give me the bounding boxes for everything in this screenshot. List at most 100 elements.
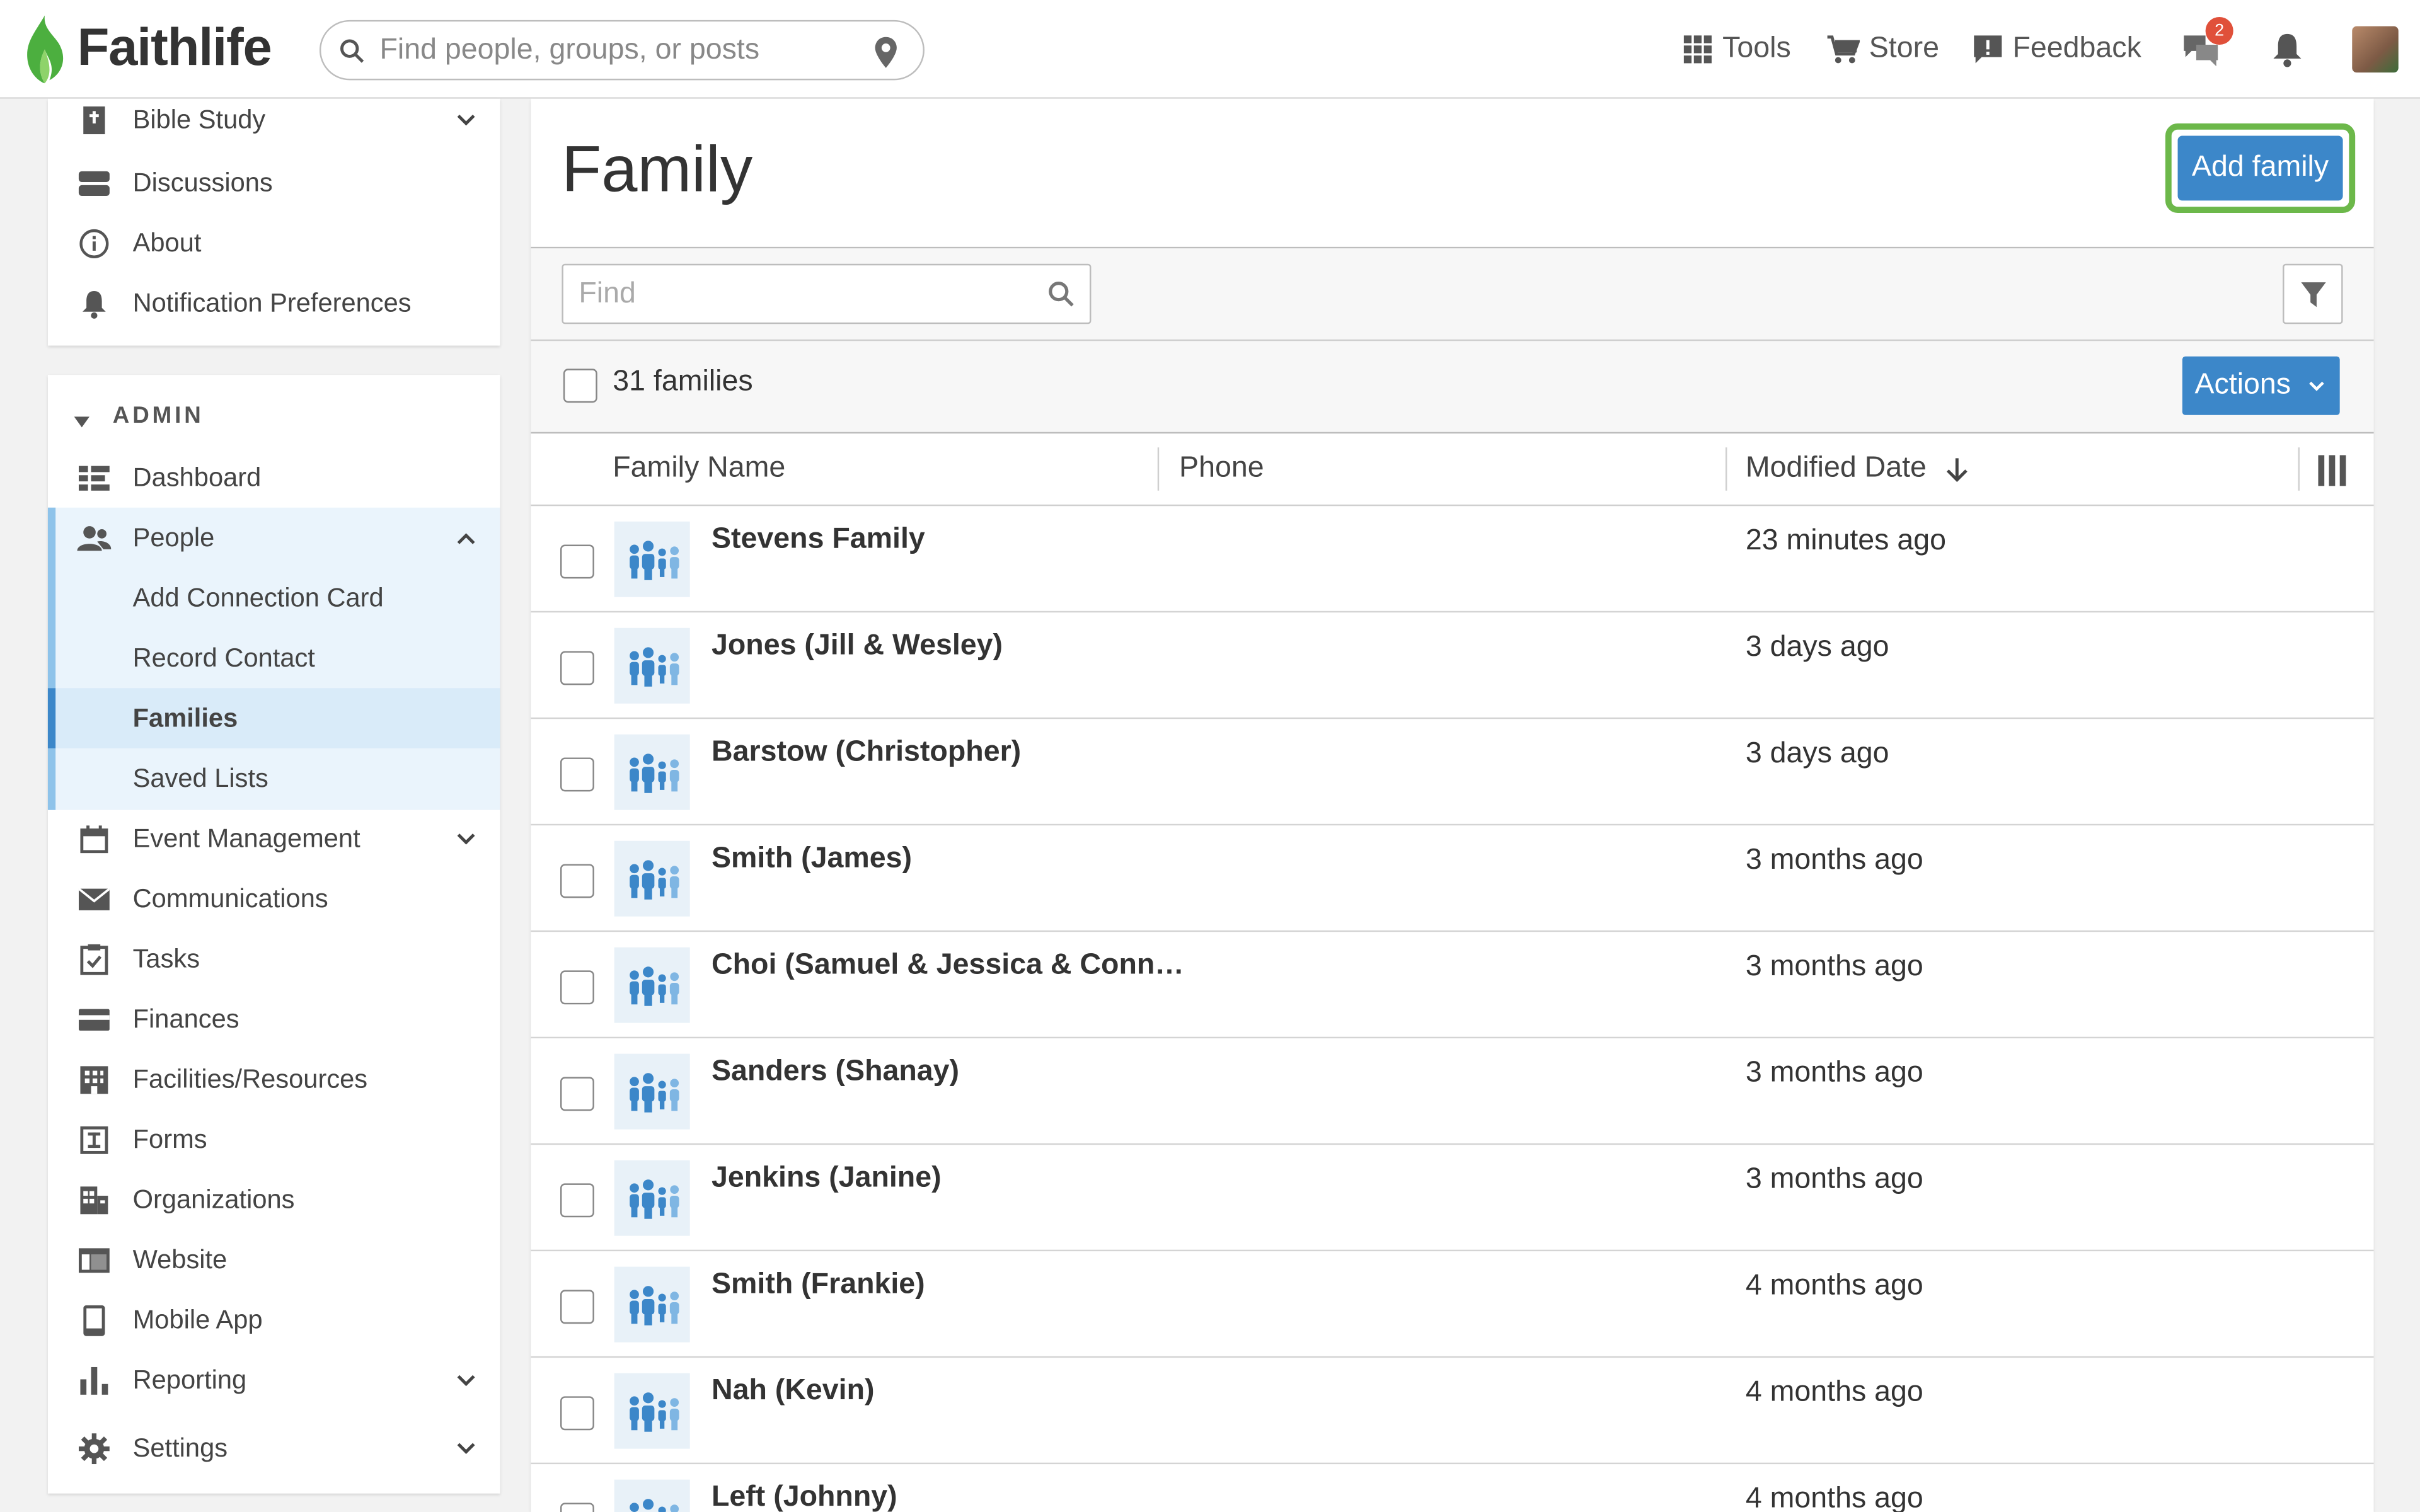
sort-descending-icon[interactable] (1945, 457, 1969, 483)
building-icon (77, 1062, 111, 1096)
sidebar-item-finances[interactable]: Finances (48, 989, 500, 1050)
row-checkbox[interactable] (560, 651, 594, 685)
feedback-nav[interactable]: Feedback (1973, 0, 2141, 99)
tools-label: Tools (1722, 32, 1791, 65)
family-name[interactable]: Jones (Jill & Wesley) (712, 629, 1003, 663)
feedback-label: Feedback (2012, 32, 2141, 65)
admin-heading: ADMIN (112, 403, 204, 429)
table-row[interactable]: Barstow (Christopher) 3 days ago (531, 719, 2374, 826)
modified-date: 4 months ago (1745, 1482, 1923, 1512)
row-checkbox[interactable] (560, 544, 594, 579)
row-checkbox[interactable] (560, 1077, 594, 1111)
find-field[interactable] (562, 263, 1092, 324)
find-input[interactable] (579, 276, 1027, 314)
family-icon (614, 1160, 690, 1236)
column-header-modified-date[interactable]: Modified Date (1746, 452, 1927, 486)
modified-date: 3 days ago (1745, 631, 1889, 664)
filter-button[interactable] (2283, 263, 2343, 324)
sidebar-item-bible-study[interactable]: Bible Study (48, 89, 500, 150)
sidebar-item-people[interactable]: People (48, 508, 500, 568)
family-name[interactable]: Left (Johnny) (712, 1481, 897, 1512)
modified-date: 4 months ago (1745, 1376, 1923, 1409)
column-header-family-name[interactable]: Family Name (613, 452, 785, 486)
row-checkbox[interactable] (560, 1503, 594, 1512)
sidebar-item-tasks[interactable]: Tasks (48, 929, 500, 989)
table-row[interactable]: Smith (Frankie) 4 months ago (531, 1251, 2374, 1358)
family-icon (614, 947, 690, 1023)
top-bar: Faithlife Too (0, 0, 2420, 99)
form-icon (77, 1123, 111, 1157)
admin-collapse-toggle[interactable] (74, 409, 90, 437)
family-name[interactable]: Jenkins (Janine) (712, 1162, 942, 1196)
sidebar-item-website[interactable]: Website (48, 1230, 500, 1290)
column-divider (2298, 447, 2300, 491)
global-search-input[interactable] (379, 30, 858, 71)
table-row[interactable]: Sanders (Shanay) 3 months ago (531, 1038, 2374, 1145)
credit-card-icon (77, 1002, 111, 1036)
sidebar-item-communications[interactable]: Communications (48, 869, 500, 929)
row-checkbox[interactable] (560, 970, 594, 1005)
row-checkbox[interactable] (560, 1290, 594, 1324)
family-name[interactable]: Smith (James) (712, 842, 912, 876)
modified-date: 3 months ago (1745, 950, 1923, 983)
table-row[interactable]: Nah (Kevin) 4 months ago (531, 1358, 2374, 1465)
global-search[interactable] (319, 20, 925, 81)
chat-bubbles-icon (77, 166, 111, 200)
avatar[interactable] (2352, 26, 2399, 73)
family-icon (614, 627, 690, 704)
location-pin-icon[interactable] (873, 35, 898, 69)
sidebar-item-add-connection-card[interactable]: Add Connection Card (48, 568, 500, 628)
sidebar-item-mobile-app[interactable]: Mobile App (48, 1290, 500, 1350)
sidebar-item-about[interactable]: About (48, 213, 500, 273)
sidebar-item-families[interactable]: Families (47, 688, 500, 748)
column-divider[interactable] (1725, 447, 1727, 491)
sidebar-item-record-contact[interactable]: Record Contact (48, 628, 500, 689)
sidebar-item-dashboard[interactable]: Dashboard (48, 447, 500, 508)
divider (531, 432, 2374, 434)
family-name[interactable]: Barstow (Christopher) (712, 736, 1021, 770)
sidebar-item-discussions[interactable]: Discussions (48, 152, 500, 213)
table-row[interactable]: Smith (James) 3 months ago (531, 825, 2374, 932)
calendar-icon (77, 822, 111, 856)
table-row[interactable]: Jones (Jill & Wesley) 3 days ago (531, 612, 2374, 719)
sidebar-item-saved-lists[interactable]: Saved Lists (48, 748, 500, 809)
row-checkbox[interactable] (560, 1396, 594, 1431)
sidebar-item-facilities-resources[interactable]: Facilities/Resources (48, 1049, 500, 1109)
table-row[interactable]: Choi (Samuel & Jessica & Conn… 3 months … (531, 932, 2374, 1039)
chevron-up-icon (457, 532, 475, 544)
tools-nav[interactable]: Tools (1682, 0, 1791, 99)
gear-icon (77, 1431, 111, 1465)
column-chooser-icon[interactable] (2318, 455, 2346, 486)
family-name[interactable]: Stevens Family (712, 523, 925, 557)
cart-icon (1827, 35, 1860, 64)
add-family-button[interactable]: Add family (2177, 135, 2343, 201)
store-nav[interactable]: Store (1826, 0, 1939, 99)
modified-date: 3 days ago (1745, 737, 1889, 770)
sidebar-item-notification-preferences[interactable]: Notification Preferences (48, 273, 500, 333)
family-name[interactable]: Sanders (Shanay) (712, 1055, 959, 1089)
table-row[interactable]: Left (Johnny) 4 months ago (531, 1464, 2373, 1512)
column-divider[interactable] (1157, 447, 1160, 491)
sidebar-item-reporting[interactable]: Reporting (48, 1350, 500, 1411)
column-header-phone[interactable]: Phone (1179, 452, 1264, 486)
messages-button[interactable]: 2 (2181, 16, 2233, 68)
notifications-button[interactable] (2272, 31, 2303, 76)
actions-label: Actions (2194, 369, 2291, 401)
sidebar-item-forms[interactable]: Forms (48, 1109, 500, 1170)
row-checkbox[interactable] (560, 1183, 594, 1218)
row-checkbox[interactable] (560, 864, 594, 898)
table-row[interactable]: Jenkins (Janine) 3 months ago (531, 1145, 2374, 1252)
row-checkbox[interactable] (560, 757, 594, 792)
actions-button[interactable]: Actions (2182, 356, 2340, 415)
family-name[interactable]: Nah (Kevin) (712, 1375, 875, 1409)
caret-down-icon (74, 416, 90, 428)
family-name[interactable]: Smith (Frankie) (712, 1268, 925, 1302)
select-all-checkbox[interactable] (563, 369, 597, 403)
modified-date: 4 months ago (1745, 1269, 1923, 1302)
faithlife-logo[interactable]: Faithlife (21, 13, 272, 84)
sidebar-item-organizations[interactable]: Organizations (48, 1169, 500, 1230)
sidebar-item-settings[interactable]: Settings (48, 1418, 500, 1479)
sidebar-item-event-management[interactable]: Event Management (48, 808, 500, 869)
table-row[interactable]: Stevens Family 23 minutes ago (531, 506, 2374, 613)
family-name[interactable]: Choi (Samuel & Jessica & Conn… (712, 949, 1184, 983)
